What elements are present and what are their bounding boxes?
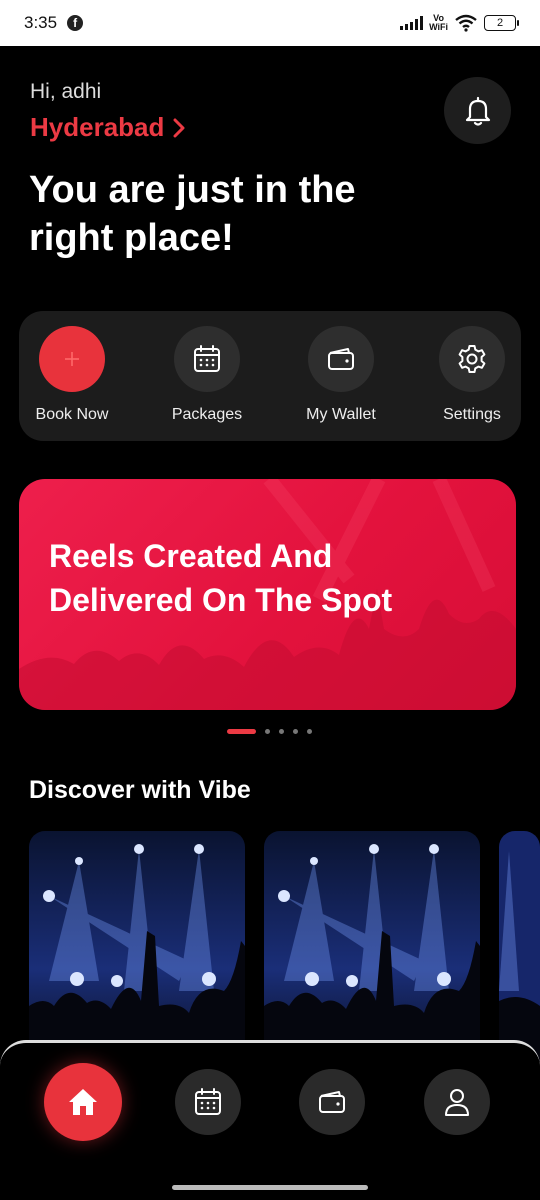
user-icon — [445, 1089, 469, 1116]
carousel-dot[interactable] — [265, 729, 270, 734]
greeting-text: Hi, adhi — [30, 80, 102, 103]
bottom-navigation — [0, 1040, 540, 1200]
city-name: Hyderabad — [30, 112, 165, 142]
settings-label: Settings — [443, 406, 501, 423]
plus-icon — [65, 352, 79, 366]
nav-profile-button[interactable] — [424, 1069, 490, 1135]
book-now-circle — [39, 326, 105, 392]
battery-icon: 2 — [484, 15, 519, 31]
gear-icon — [458, 345, 486, 373]
packages-circle — [174, 326, 240, 392]
calendar-icon — [195, 1088, 221, 1115]
concert-image — [499, 831, 540, 1061]
carousel-dot[interactable] — [307, 729, 312, 734]
home-icon — [69, 1089, 97, 1115]
battery-level: 2 — [496, 17, 504, 29]
headline: You are just in the right place! — [29, 169, 356, 259]
packages-label: Packages — [171, 406, 243, 423]
concert-image — [264, 831, 480, 1061]
nav-home-button[interactable] — [44, 1063, 122, 1141]
vowifi-indicator: Vo WiFi — [429, 13, 448, 32]
settings-button[interactable]: Settings — [412, 326, 532, 424]
book-now-label: Book Now — [35, 406, 109, 423]
bell-icon — [465, 96, 490, 126]
nav-wallet-button[interactable] — [299, 1069, 365, 1135]
carousel-dot-active[interactable] — [227, 729, 256, 734]
notifications-button[interactable] — [444, 77, 511, 144]
carousel-dot[interactable] — [279, 729, 284, 734]
my-wallet-label: My Wallet — [306, 406, 376, 423]
status-right: Vo WiFi 2 — [400, 13, 519, 32]
facebook-icon: f — [67, 15, 84, 31]
quick-actions-panel: Book Now Packages My Wallet Settings — [19, 311, 521, 441]
signal-icon — [400, 16, 424, 30]
gesture-home-bar[interactable] — [172, 1185, 368, 1190]
status-bar: 3:35 f Vo WiFi 2 — [0, 0, 540, 46]
promo-banner[interactable]: Reels Created And Delivered On The Spot — [19, 479, 516, 710]
settings-circle — [439, 326, 505, 392]
wifi-icon — [455, 14, 477, 32]
status-left: 3:35 f — [24, 13, 84, 33]
discover-card[interactable] — [499, 831, 540, 1061]
carousel-dots[interactable] — [227, 729, 312, 734]
book-now-button[interactable]: Book Now — [12, 326, 132, 424]
city-selector[interactable]: Hyderabad — [30, 112, 186, 143]
carousel-dot[interactable] — [293, 729, 298, 734]
status-time: 3:35 — [24, 13, 58, 32]
wallet-circle — [308, 326, 374, 392]
packages-button[interactable]: Packages — [147, 326, 267, 424]
calendar-icon — [194, 345, 220, 372]
wallet-icon — [319, 1091, 345, 1113]
discover-card[interactable] — [264, 831, 480, 1061]
discover-card[interactable] — [29, 831, 245, 1061]
discover-section-title: Discover with Vibe — [29, 776, 251, 804]
my-wallet-button[interactable]: My Wallet — [281, 326, 401, 424]
chevron-right-icon — [173, 118, 185, 137]
nav-packages-button[interactable] — [175, 1069, 241, 1135]
wallet-icon — [328, 348, 354, 370]
banner-text: Reels Created And Delivered On The Spot — [49, 538, 393, 618]
concert-image — [29, 831, 245, 1061]
